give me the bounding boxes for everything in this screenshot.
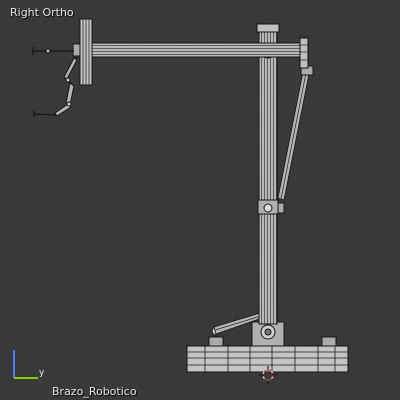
vertical-column[interactable] [256,23,285,325]
robotic-arm-mesh[interactable] [0,0,400,400]
end-flange[interactable] [72,18,93,86]
gripper-linkage[interactable] [33,56,78,117]
view-name-label: Right Ortho [10,6,74,19]
active-object-name: Brazo_Robotico [52,385,137,398]
diagonal-strut[interactable] [277,65,314,201]
tool-rod[interactable] [32,47,74,55]
3d-viewport[interactable]: y Right Ortho Brazo_Robotico [0,0,400,400]
axis-y-label: y [39,368,45,378]
axis-gizmo-icon: y [13,350,45,379]
